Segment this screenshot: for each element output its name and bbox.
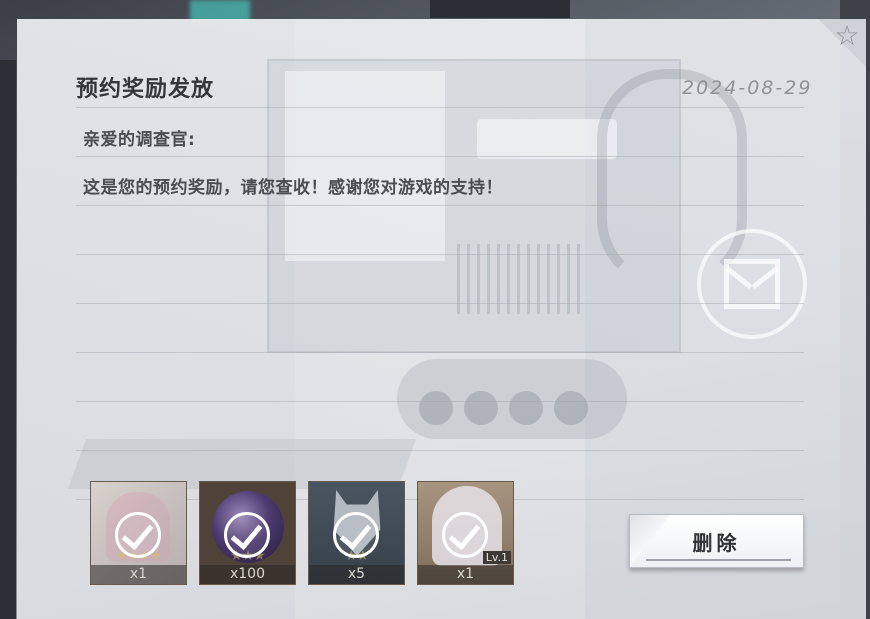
delete-button[interactable]: 删除 [629, 514, 804, 568]
background-edge-left [0, 60, 16, 619]
rule-line [76, 450, 804, 451]
reward-quantity: x5 [309, 565, 404, 584]
button-underline [646, 559, 791, 561]
level-badge: Lv.1 [482, 551, 511, 564]
decor-knob [464, 391, 498, 425]
mail-body: 这是您的预约奖励，请您查收！感谢您对游戏的支持！ [83, 178, 503, 198]
rule-line [76, 303, 804, 304]
claimed-check-icon [115, 512, 161, 558]
reward-item[interactable]: ★★★★ x1 [90, 481, 187, 585]
reward-item[interactable]: ★★★ x100 [199, 481, 296, 585]
claimed-check-icon [224, 512, 270, 558]
mail-title: 预约奖励发放 [76, 77, 215, 102]
mail-greeting: 亲爱的调查官: [83, 130, 196, 150]
decor-knob [554, 391, 588, 425]
claimed-check-icon [333, 512, 379, 558]
reward-list: ★★★★ x1 ★★★ x100 ★★ x5 Lv.1 x1 [90, 481, 514, 585]
decor-screen [477, 119, 617, 159]
reward-quantity: x1 [418, 565, 513, 584]
rule-line [76, 205, 804, 206]
decor-screen [285, 71, 445, 261]
envelope-icon [724, 259, 780, 309]
mail-panel: ☆ 预约奖励发放 2024-08-29 亲爱的调查官: 这是您的预约奖励，请您查… [17, 19, 866, 619]
reward-quantity: x100 [200, 565, 295, 584]
reward-item[interactable]: ★★ x5 [308, 481, 405, 585]
reward-item[interactable]: Lv.1 x1 [417, 481, 514, 585]
rule-line [76, 156, 804, 157]
rule-line [76, 254, 804, 255]
rule-line [76, 401, 804, 402]
reward-quantity: x1 [91, 565, 186, 584]
delete-button-label: 删除 [692, 530, 741, 555]
claimed-check-icon [442, 512, 488, 558]
mail-date: 2024-08-29 [682, 77, 813, 99]
background-block [430, 0, 570, 18]
star-icon[interactable]: ☆ [833, 22, 861, 50]
rule-line [76, 107, 804, 108]
mail-envelope-icon [697, 229, 807, 339]
decor-knob [419, 391, 453, 425]
rule-line [76, 352, 804, 353]
decor-knob [509, 391, 543, 425]
